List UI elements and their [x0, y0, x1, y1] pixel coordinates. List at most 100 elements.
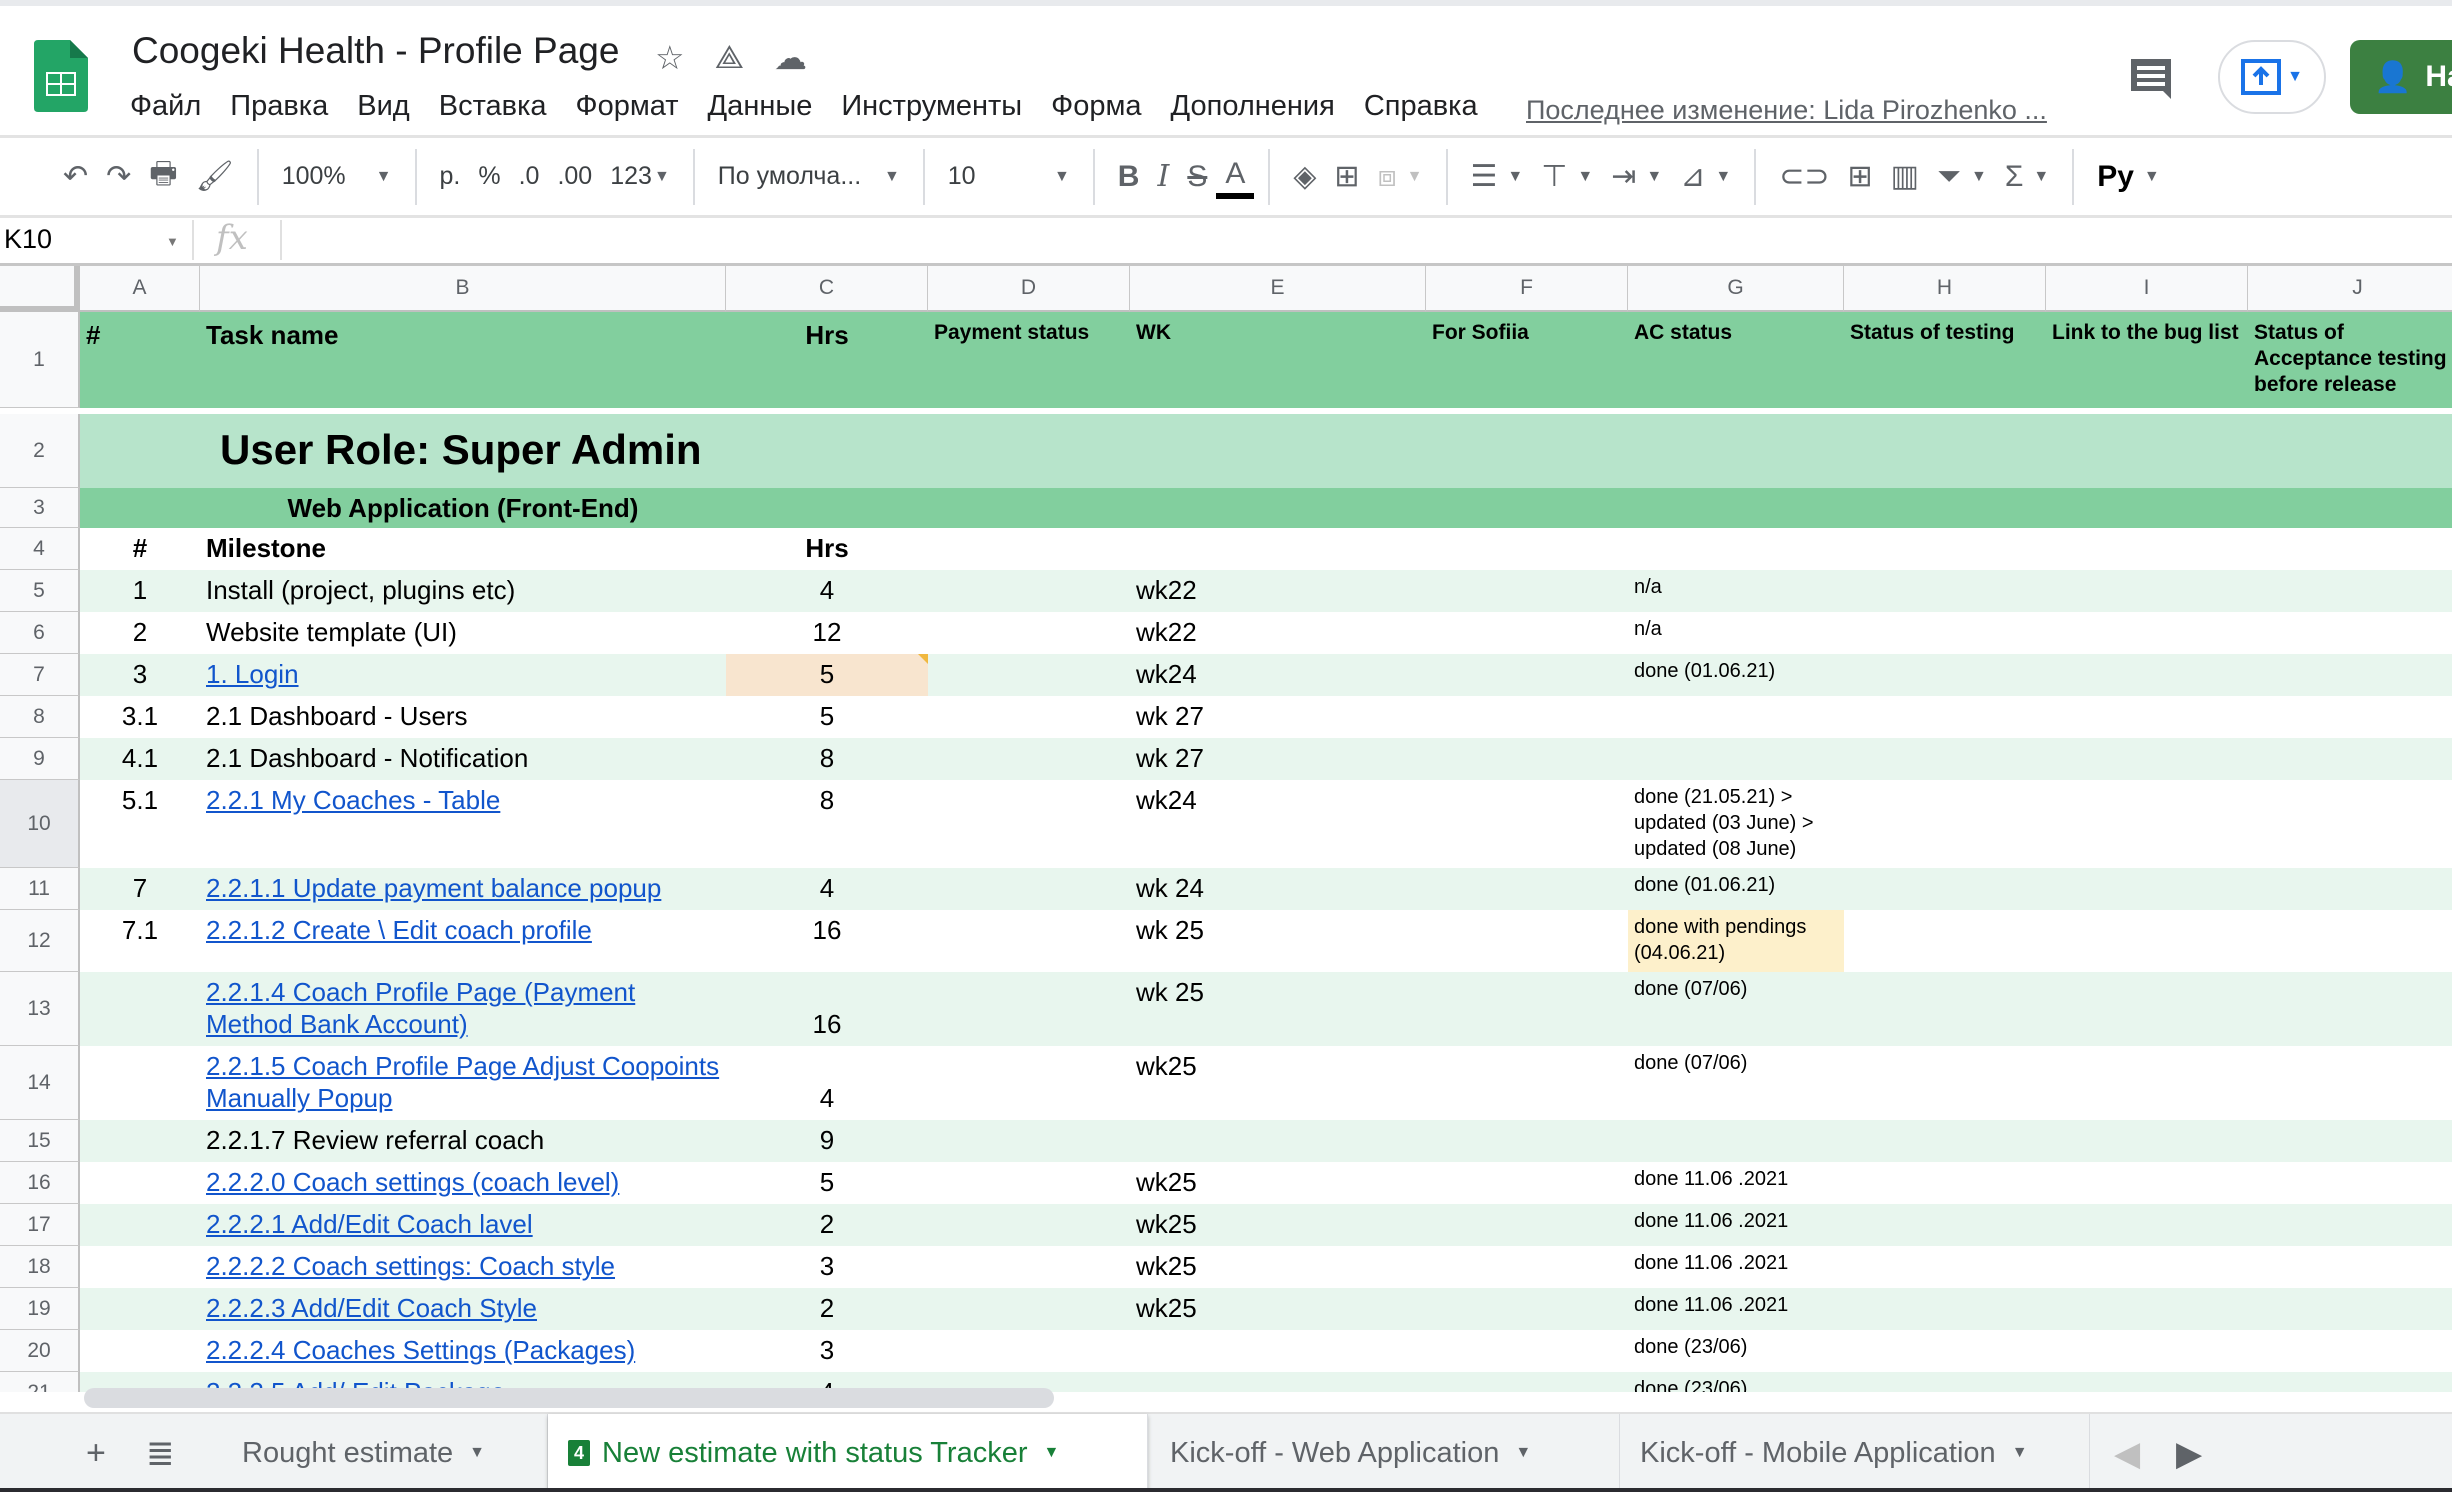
cell-hours[interactable]: 8 — [726, 780, 928, 868]
row-header-2[interactable]: 2 — [0, 414, 80, 488]
task-link[interactable]: 2.2.1 My Coaches - Table — [200, 780, 726, 868]
print-icon[interactable]: 🖶 — [140, 149, 186, 205]
percent-format-button[interactable]: % — [469, 149, 509, 205]
sheet-tab-rought-estimate[interactable]: Rought estimate ▼ — [222, 1414, 548, 1492]
cell-ac-status[interactable]: done with pendings (04.06.21) — [1628, 910, 1844, 972]
milestone-header-b[interactable]: Milestone — [200, 528, 726, 570]
cell-ac-status[interactable]: done (01.06.21) — [1628, 868, 1844, 910]
font-family-select[interactable]: По умолча... ▼ — [709, 149, 909, 205]
cell-ac-status[interactable]: done (07/06) — [1628, 972, 1844, 1046]
cell-week[interactable] — [1130, 1330, 1426, 1372]
bold-button[interactable]: B — [1109, 149, 1149, 205]
insert-comment-icon[interactable]: ⊞ — [1838, 149, 1881, 205]
cell-ac-status[interactable]: done (23/06) — [1628, 1372, 1844, 1392]
cell-ac-status[interactable]: done (07/06) — [1628, 1046, 1844, 1120]
input-tools-button[interactable]: Ру ▼ — [2088, 149, 2169, 205]
row-header-10[interactable]: 10 — [0, 780, 80, 868]
cell-ac-status[interactable]: done 11.06 .2021 — [1628, 1288, 1844, 1330]
cell-hours[interactable]: 2 — [726, 1288, 928, 1330]
header-cell-g[interactable]: AC status — [1628, 312, 1844, 408]
task-link[interactable]: 2.2.2.3 Add/Edit Coach Style — [200, 1288, 726, 1330]
column-header-f[interactable]: F — [1426, 266, 1628, 312]
menu-data[interactable]: Данные — [708, 90, 813, 123]
row-header-20[interactable]: 20 — [0, 1330, 80, 1372]
cloud-saved-icon[interactable]: ☁ — [774, 38, 807, 77]
add-sheet-icon[interactable]: + — [86, 1434, 106, 1473]
row-header-12[interactable]: 12 — [0, 910, 80, 972]
redo-icon[interactable]: ↷ — [97, 149, 140, 205]
task-name[interactable]: Install (project, plugins etc) — [200, 570, 726, 612]
scroll-tabs-right-icon[interactable]: ▶ — [2176, 1434, 2202, 1474]
paint-format-icon[interactable]: 🖌 — [187, 149, 243, 205]
cell-ac-status[interactable]: done (23/06) — [1628, 1330, 1844, 1372]
header-cell-f[interactable]: For Sofiia — [1426, 312, 1628, 408]
cell-week[interactable]: wk25 — [1130, 1046, 1426, 1120]
milestone-header-a[interactable]: # — [80, 528, 200, 570]
text-color-button[interactable]: A — [1216, 155, 1255, 199]
sheet-tab-kickoff-web[interactable]: Kick-off - Web Application ▼ — [1150, 1414, 1620, 1492]
comment-indicator-icon[interactable] — [918, 654, 928, 664]
sheets-logo-icon[interactable] — [34, 40, 88, 112]
cell-hours[interactable]: 16 — [726, 910, 928, 972]
share-button[interactable]: 👤 Ha — [2350, 40, 2452, 114]
row-header-8[interactable]: 8 — [0, 696, 80, 738]
last-edit-link[interactable]: Последнее изменение: Lida Pirozhenko ... — [1526, 95, 2047, 126]
row-header-6[interactable]: 6 — [0, 612, 80, 654]
text-rotate-icon[interactable]: ⊿ ▼ — [1671, 149, 1740, 205]
column-header-a[interactable]: A — [80, 266, 200, 312]
fill-color-icon[interactable]: ◈ — [1284, 149, 1325, 205]
cell-number[interactable] — [80, 972, 200, 1046]
filter-icon[interactable]: ⏷ ▼ — [1928, 149, 1996, 205]
row-header-18[interactable]: 18 — [0, 1246, 80, 1288]
cell-hours[interactable]: 2 — [726, 1204, 928, 1246]
task-link[interactable]: 2.2.2.1 Add/Edit Coach lavel — [200, 1204, 726, 1246]
cell-hours[interactable]: 5 — [726, 696, 928, 738]
insert-link-icon[interactable]: ⊂⊃ — [1770, 149, 1838, 205]
cell-hours[interactable]: 5 — [726, 1162, 928, 1204]
cell-number[interactable] — [80, 1046, 200, 1120]
column-header-e[interactable]: E — [1130, 266, 1426, 312]
increase-decimal-button[interactable]: .00 — [548, 149, 601, 205]
cell-number[interactable] — [80, 1162, 200, 1204]
functions-icon[interactable]: Σ ▼ — [1996, 149, 2058, 205]
header-cell-b[interactable]: Task name — [200, 312, 726, 408]
header-cell-d[interactable]: Payment status — [928, 312, 1130, 408]
header-cell-a[interactable]: # — [80, 312, 200, 408]
section-title[interactable]: User Role: Super Admin — [214, 414, 1414, 488]
task-link[interactable]: 1. Login — [200, 654, 726, 696]
menu-form[interactable]: Форма — [1051, 90, 1141, 123]
cell-number[interactable]: 1 — [80, 570, 200, 612]
row-header-21[interactable]: 21 — [0, 1372, 80, 1392]
header-cell-c[interactable]: Hrs — [726, 312, 928, 408]
cell-ac-status[interactable] — [1628, 738, 1844, 780]
cell-number[interactable] — [80, 1288, 200, 1330]
task-link[interactable]: 2.2.1.2 Create \ Edit coach profile — [200, 910, 726, 972]
row-header-15[interactable]: 15 — [0, 1120, 80, 1162]
cell-hours[interactable]: 4 — [726, 1046, 928, 1120]
row-header-16[interactable]: 16 — [0, 1162, 80, 1204]
header-cell-j[interactable]: Status of Acceptance testing before rele… — [2248, 312, 2452, 408]
header-cell-i[interactable]: Link to the bug list — [2046, 312, 2248, 408]
cell-week[interactable]: wk25 — [1130, 1288, 1426, 1330]
cell-number[interactable]: 5.1 — [80, 780, 200, 868]
task-name[interactable]: 2.1 Dashboard - Notification — [200, 738, 726, 780]
cell-number[interactable]: 7.1 — [80, 910, 200, 972]
cell-week[interactable]: wk22 — [1130, 570, 1426, 612]
task-name[interactable]: 2.1 Dashboard - Users — [200, 696, 726, 738]
row-header-9[interactable]: 9 — [0, 738, 80, 780]
more-formats-button[interactable]: 123 ▼ — [601, 149, 679, 205]
milestone-header-c[interactable]: Hrs — [726, 528, 928, 570]
cell-hours[interactable]: 12 — [726, 612, 928, 654]
present-button[interactable]: ▼ — [2218, 40, 2326, 114]
subsection-title[interactable]: Web Application (Front-End) — [200, 488, 726, 528]
cell-week[interactable]: wk25 — [1130, 1162, 1426, 1204]
cell-number[interactable]: 4.1 — [80, 738, 200, 780]
cell-ac-status[interactable]: n/a — [1628, 570, 1844, 612]
cell-ac-status[interactable]: done 11.06 .2021 — [1628, 1246, 1844, 1288]
column-header-c[interactable]: C — [726, 266, 928, 312]
cell-number[interactable]: 3 — [80, 654, 200, 696]
cell-hours[interactable]: 3 — [726, 1330, 928, 1372]
menu-help[interactable]: Справка — [1364, 90, 1478, 123]
move-to-drive-icon[interactable]: ⟁ — [715, 38, 744, 77]
name-box-dropdown-icon[interactable]: ▼ — [166, 234, 179, 249]
